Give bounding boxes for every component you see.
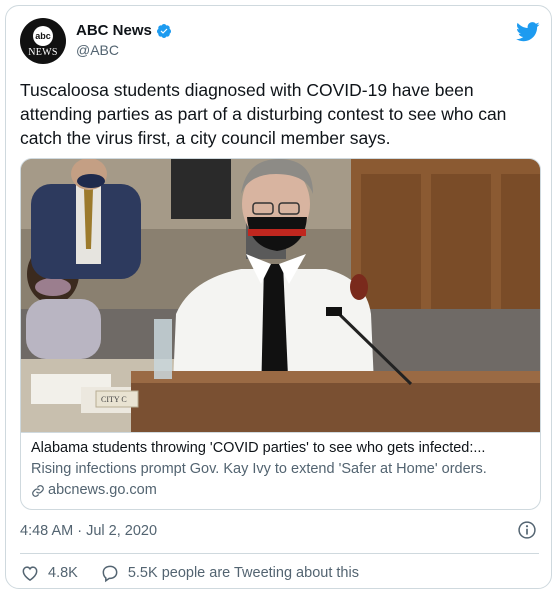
like-action[interactable]: 4.8K [20,563,78,583]
card-domain[interactable]: abcnews.go.com [48,481,157,500]
card-domain-row[interactable]: abcnews.go.com [31,481,530,500]
tweet-text: Tuscaloosa students diagnosed with COVID… [20,80,507,148]
info-icon[interactable] [517,520,537,540]
display-name-row[interactable]: ABC News [76,22,172,39]
card-description: Rising infections prompt Gov. Kay Ivy to… [31,461,487,477]
display-name[interactable]: ABC News [76,22,152,39]
twitter-bird-icon[interactable] [516,22,540,42]
heart-icon[interactable] [20,563,40,583]
link-card[interactable]: CITY C Alabama students throwing 'COVID … [20,158,541,510]
tweet-header: abc NEWS ABC News @ABC [20,18,540,66]
avatar[interactable]: abc NEWS [20,18,66,64]
link-icon [32,484,44,497]
abc-logo: abc [33,26,53,46]
tweeting-action[interactable]: 5.5K people are Tweeting about this [100,563,359,583]
account-handle[interactable]: @ABC [76,42,172,58]
name-block[interactable]: ABC News @ABC [76,22,172,58]
verified-badge-icon [156,23,171,38]
card-image[interactable] [21,159,540,432]
tweet-timestamp[interactable]: 4:48 AM · Jul 2, 2020 [20,523,157,539]
news-logo-text: NEWS [28,47,58,58]
card-title[interactable]: Alabama students throwing 'COVID parties… [31,439,530,458]
tweet-card[interactable]: abc NEWS ABC News @ABC Tuscaloosa studen… [5,5,552,589]
like-count: 4.8K [48,565,78,581]
card-body[interactable]: Alabama students throwing 'COVID parties… [21,432,540,509]
tweet-actions: 4.8K 5.5K people are Tweeting about this [20,562,381,584]
tweeting-count[interactable]: 5.5K people are Tweeting about this [128,565,359,581]
speech-bubble-icon[interactable] [100,563,120,583]
divider [20,553,539,554]
name-plate-text: CITY C [101,395,127,404]
